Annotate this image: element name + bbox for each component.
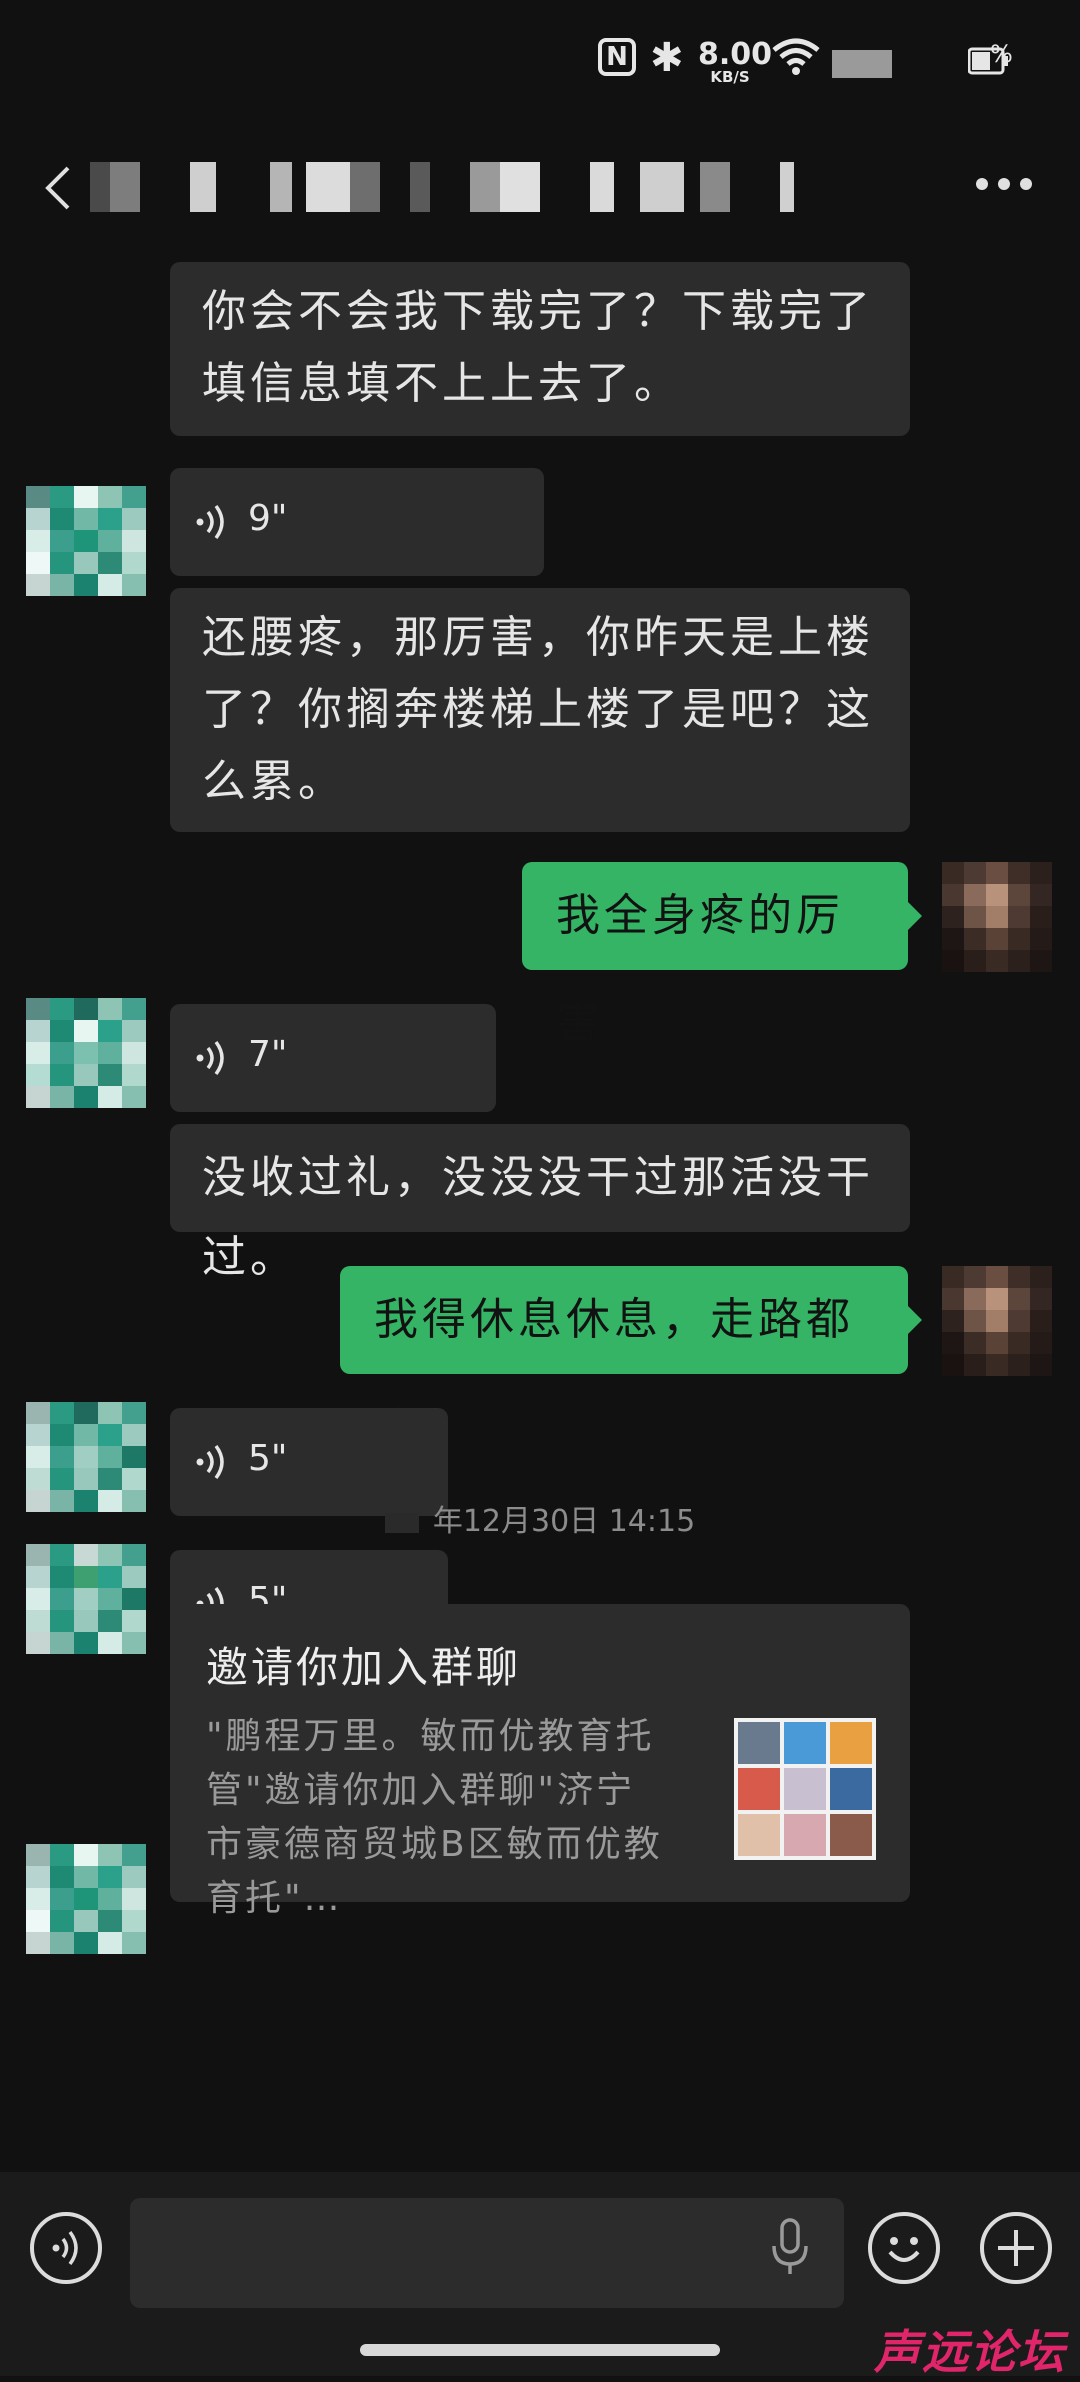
network-speed-unit: KB/S: [710, 68, 750, 86]
voice-message[interactable]: 9": [170, 468, 544, 576]
voice-wave-icon: [196, 1040, 224, 1076]
voice-wave-icon: [196, 504, 224, 540]
message-bubble[interactable]: 你会不会我下载完了？下载完了填信息填不上上去了。: [170, 262, 910, 436]
my-message-bubble[interactable]: 我全身疼的厉害: [522, 862, 922, 1049]
invite-title: 邀请你加入群聊: [206, 1643, 522, 1692]
signal-redacted: [832, 50, 892, 78]
bubble-tail: [906, 900, 922, 932]
voice-duration: 9": [248, 498, 288, 539]
microphone-icon[interactable]: [770, 2218, 810, 2278]
contact-avatar[interactable]: [26, 1544, 146, 1654]
bluetooth-icon: ✱: [650, 35, 684, 81]
plus-icon: [998, 2230, 1034, 2266]
nfc-icon: N: [598, 38, 636, 76]
contact-avatar[interactable]: [26, 1844, 146, 1954]
timestamp-text: 年12月30日 14:15: [432, 1504, 696, 1539]
chat-title-redacted: [90, 162, 810, 212]
forum-watermark: 声远论坛: [874, 2325, 1066, 2379]
my-avatar[interactable]: [942, 1266, 1052, 1376]
my-message-bubble[interactable]: 我得休息休息，走路都疼: [340, 1266, 922, 1453]
group-thumbnail: [734, 1718, 876, 1860]
voice-wave-icon: [52, 2230, 78, 2266]
message-bubble[interactable]: 还腰疼，那厉害，你昨天是上楼了？你搁奔楼梯上楼了是吧？这么累。: [170, 588, 910, 832]
network-speed-value: 8.00: [698, 37, 773, 72]
voice-duration: 5": [248, 1438, 288, 1479]
more-actions-button[interactable]: [980, 2212, 1052, 2284]
emoji-button[interactable]: [868, 2212, 940, 2284]
bubble-tail: [906, 1304, 922, 1336]
year-redacted: [384, 1512, 419, 1533]
chat-header: [0, 140, 1080, 230]
more-icon[interactable]: [976, 178, 1032, 192]
smile-icon: [888, 2237, 920, 2262]
contact-avatar[interactable]: [26, 998, 146, 1108]
voice-duration: 7": [248, 1034, 288, 1075]
my-avatar[interactable]: [942, 862, 1052, 972]
home-indicator[interactable]: [360, 2344, 720, 2356]
contact-avatar[interactable]: [26, 486, 146, 596]
message-input[interactable]: [130, 2198, 844, 2308]
status-bar: N ✱ 8.00 KB/S %: [0, 0, 1080, 130]
voice-toggle-button[interactable]: [30, 2212, 102, 2284]
message-bubble[interactable]: 没收过礼，没没没干过那活没干过。: [170, 1124, 910, 1283]
group-invite-card[interactable]: 邀请你加入群聊 "鹏程万里。敏而优教育托管"邀请你加入群聊"济宁市豪德商贸城B区…: [170, 1604, 910, 1919]
chat-timestamp: 年12月30日 14:15: [0, 1496, 1080, 1540]
back-icon[interactable]: [40, 164, 76, 212]
wifi-icon: [772, 38, 820, 75]
battery-percent: %: [990, 40, 1013, 68]
voice-message[interactable]: 7": [170, 1004, 496, 1112]
network-speed: 8.00 KB/S: [698, 37, 773, 86]
invite-description: "鹏程万里。敏而优教育托管"邀请你加入群聊"济宁市豪德商贸城B区敏而优教育托"…: [206, 1716, 663, 1919]
message-text: 我全身疼的厉害: [556, 890, 844, 1049]
voice-wave-icon: [196, 1444, 224, 1480]
